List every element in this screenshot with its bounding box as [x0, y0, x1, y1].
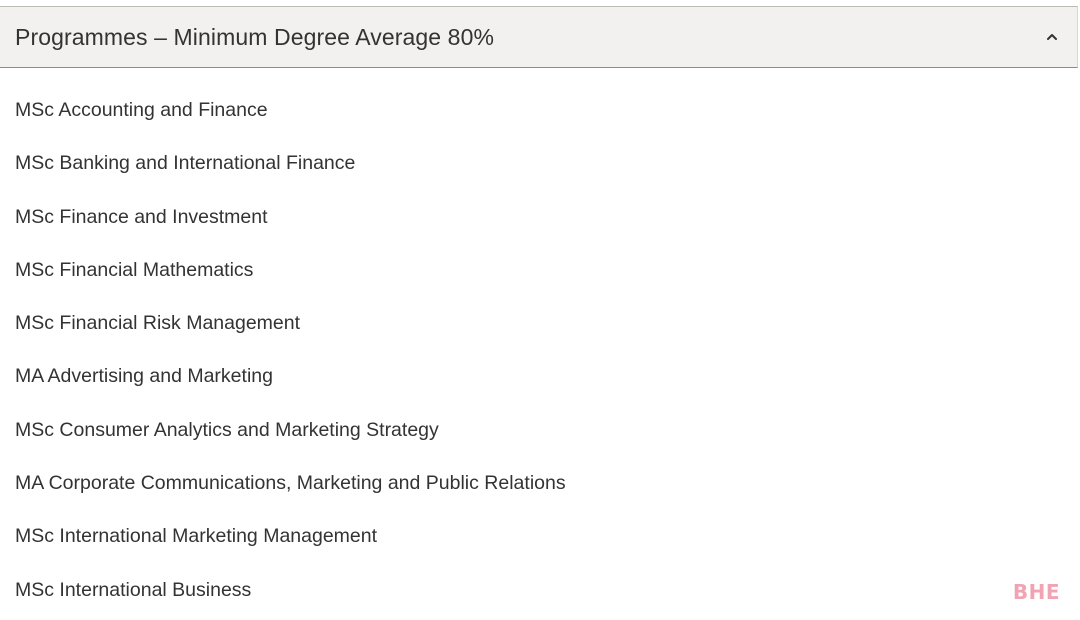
programme-item: MSc Financial Risk Management	[15, 312, 301, 335]
programme-item: MSc Banking and International Finance	[15, 152, 356, 175]
programme-item: MSc Consumer Analytics and Marketing Str…	[15, 418, 439, 441]
watermark-logo: BHE	[1012, 580, 1060, 604]
programme-item: MSc Finance and Investment	[15, 205, 268, 228]
programme-item: MA Corporate Communications, Marketing a…	[15, 472, 566, 495]
chevron-up-icon[interactable]	[1045, 30, 1059, 44]
programme-item: MSc Financial Mathematics	[15, 258, 254, 281]
programme-item: MA Advertising and Marketing	[15, 365, 273, 388]
page: Programmes – Minimum Degree Average 80% …	[0, 0, 1080, 620]
accordion-header[interactable]: Programmes – Minimum Degree Average 80%	[0, 6, 1078, 68]
programme-item: MSc Accounting and Finance	[15, 99, 268, 121]
programme-item: MSc International Business	[15, 578, 252, 601]
accordion-title: Programmes – Minimum Degree Average 80%	[15, 23, 495, 50]
programme-list: MSc Accounting and Finance MSc Banking a…	[0, 84, 1080, 617]
programme-item: MSc International Marketing Management	[15, 525, 378, 548]
